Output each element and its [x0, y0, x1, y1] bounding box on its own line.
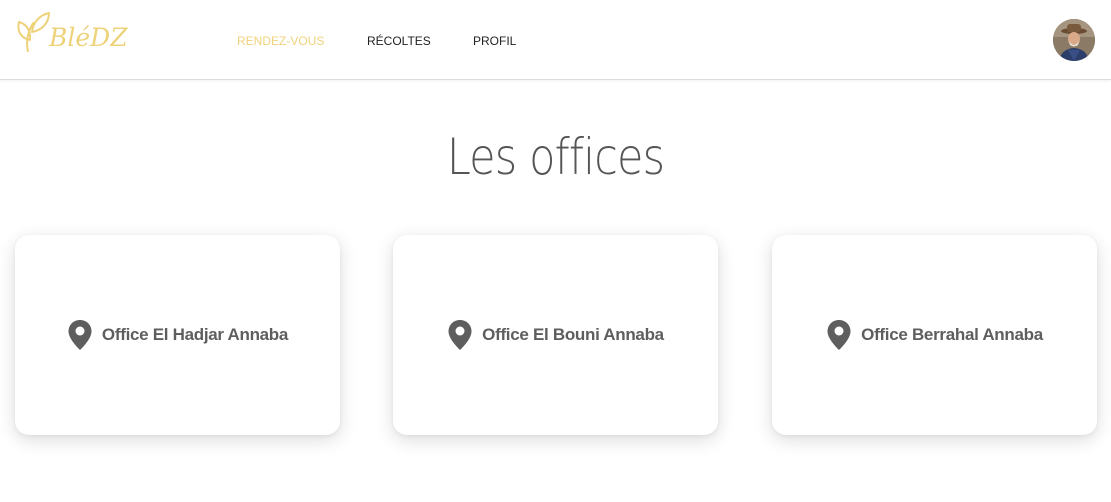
- location-pin-icon: [68, 320, 92, 350]
- top-navbar: BléDZ RENDEZ-VOUS RÉCOLTES PROFIL: [0, 0, 1111, 80]
- location-pin-icon: [827, 320, 851, 350]
- brand-logo[interactable]: BléDZ: [16, 10, 128, 58]
- nav-item-profil[interactable]: PROFIL: [473, 34, 516, 48]
- brand-name: BléDZ: [49, 23, 128, 52]
- office-name: Office El Bouni Annaba: [482, 325, 664, 344]
- office-name: Office Berrahal Annaba: [861, 325, 1043, 344]
- office-name: Office El Hadjar Annaba: [101, 325, 289, 344]
- nav-item-rendez-vous[interactable]: RENDEZ-VOUS: [237, 34, 324, 48]
- user-avatar-icon: [1053, 19, 1095, 61]
- office-card[interactable]: Office El Bouni Annaba: [393, 235, 718, 435]
- nav-item-recoltes[interactable]: RÉCOLTES: [367, 34, 431, 48]
- location-pin-icon: [448, 320, 472, 350]
- page-title: Les offices: [446, 128, 665, 186]
- office-card[interactable]: Office El Hadjar Annaba: [15, 235, 340, 435]
- office-card[interactable]: Office Berrahal Annaba: [772, 235, 1097, 435]
- user-avatar[interactable]: [1053, 19, 1095, 61]
